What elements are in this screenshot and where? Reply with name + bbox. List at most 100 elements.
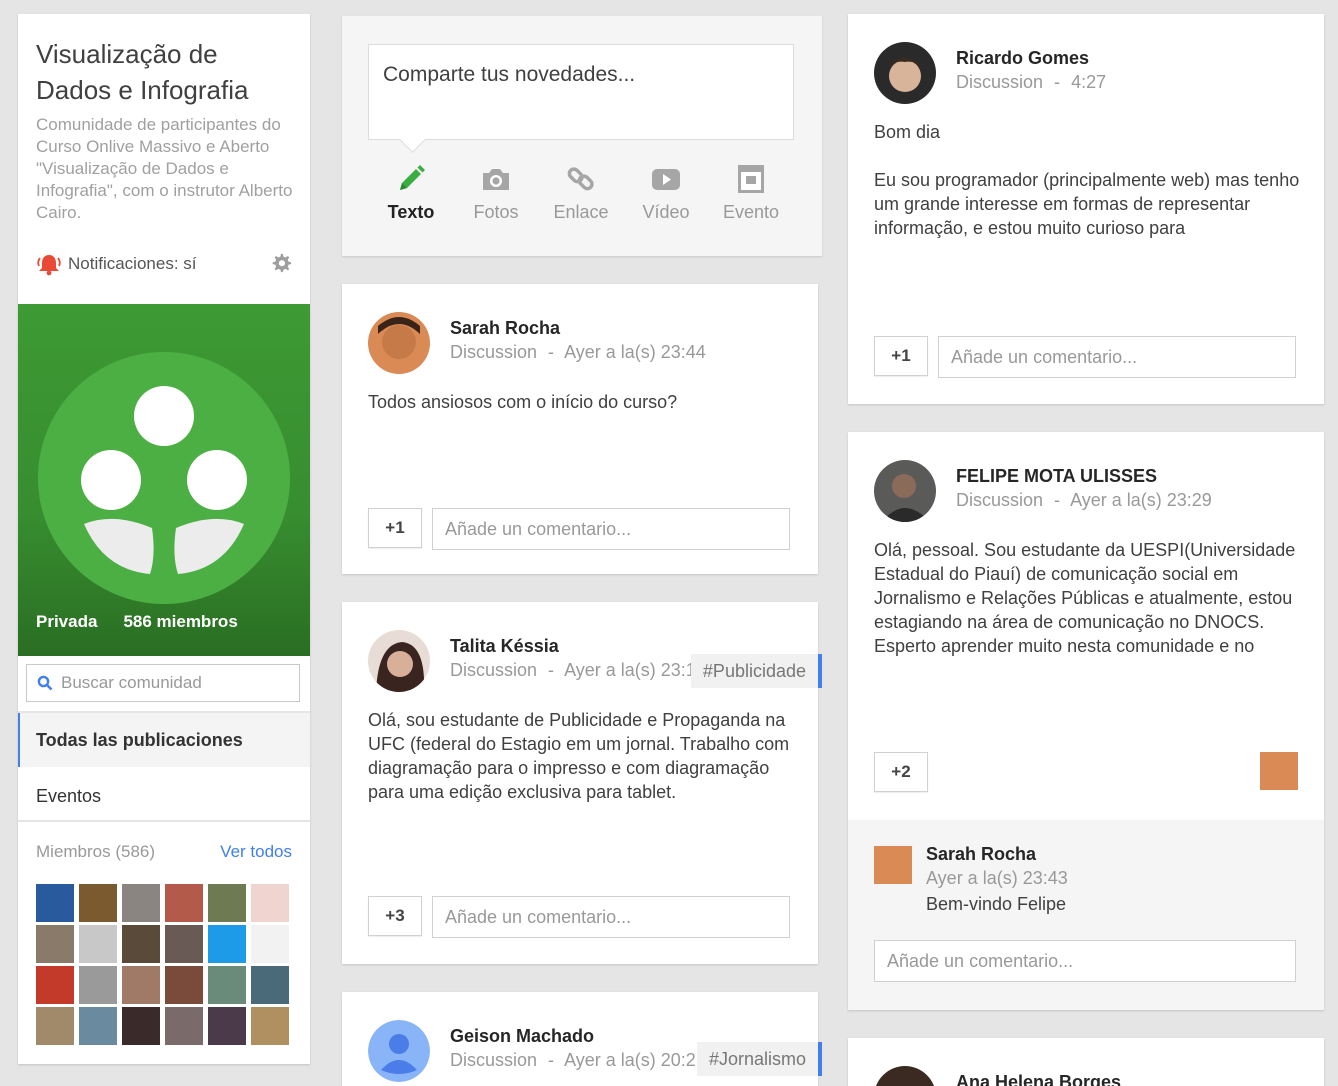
author-avatar[interactable]	[368, 1020, 430, 1082]
post-category[interactable]: Discussion	[450, 1050, 537, 1070]
author-avatar[interactable]	[368, 312, 430, 374]
meta-separator: -	[548, 1050, 555, 1070]
share-input[interactable]: Comparte tus novedades...	[368, 44, 794, 140]
member-avatar[interactable]	[122, 925, 160, 963]
post-category[interactable]: Discussion	[956, 72, 1043, 92]
notifications-row[interactable]: Notificaciones: sí	[36, 250, 292, 278]
post-time[interactable]: Ayer a la(s) 23:29	[1070, 490, 1212, 510]
share-event-button[interactable]: Evento	[712, 162, 790, 223]
author-avatar[interactable]	[368, 630, 430, 692]
members-header: Miembros (586) Ver todos	[36, 842, 292, 862]
privacy-label: Privada	[36, 612, 98, 631]
post-author[interactable]: Ana Helena Borges	[956, 1072, 1121, 1086]
member-avatar[interactable]	[251, 884, 289, 922]
post-body: Olá, sou estudante de Publicidade e Prop…	[368, 710, 790, 802]
comment-input[interactable]: Añade un comentario...	[874, 940, 1296, 982]
post-author[interactable]: Sarah Rocha	[450, 318, 560, 339]
search-icon	[37, 675, 53, 691]
member-avatar[interactable]	[251, 1007, 289, 1045]
member-avatar[interactable]	[208, 1007, 246, 1045]
member-avatar[interactable]	[36, 966, 74, 1004]
community-panel: Visualização de Dados e Infografia Comun…	[18, 14, 310, 1064]
post-category[interactable]: Discussion	[450, 342, 537, 362]
community-search[interactable]	[26, 664, 300, 702]
member-avatar[interactable]	[208, 925, 246, 963]
member-avatar[interactable]	[165, 884, 203, 922]
members-count[interactable]: 586 miembros	[123, 612, 237, 632]
post-author[interactable]: FELIPE MOTA ULISSES	[956, 466, 1157, 487]
see-all-link[interactable]: Ver todos	[220, 842, 292, 862]
plus-two-button[interactable]: +2	[874, 752, 928, 792]
nav-all-posts[interactable]: Todas las publicaciones	[18, 713, 310, 767]
calendar-icon	[738, 165, 764, 193]
member-avatar[interactable]	[208, 966, 246, 1004]
nav-events[interactable]: Eventos	[18, 769, 310, 823]
community-cover: Privada 586 miembros	[18, 304, 310, 656]
member-avatar[interactable]	[165, 966, 203, 1004]
member-avatar[interactable]	[79, 1007, 117, 1045]
share-photos-button[interactable]: Fotos	[457, 162, 535, 223]
share-box: Comparte tus novedades... Texto Fotos En	[342, 16, 822, 256]
community-logo	[38, 352, 290, 604]
members-grid	[36, 884, 292, 1045]
member-avatar[interactable]	[79, 966, 117, 1004]
author-avatar[interactable]	[874, 1066, 936, 1086]
post-tag[interactable]: #Publicidade	[690, 654, 822, 688]
member-avatar[interactable]	[122, 1007, 160, 1045]
share-link-label: Enlace	[553, 202, 609, 222]
post-author[interactable]: Talita Késsia	[450, 636, 559, 657]
member-avatar[interactable]	[208, 884, 246, 922]
video-icon	[652, 169, 680, 190]
comment-text: Bem-vindo Felipe	[926, 894, 1067, 914]
member-avatar[interactable]	[165, 925, 203, 963]
post-time[interactable]: 4:27	[1071, 72, 1106, 92]
plus-three-button[interactable]: +3	[368, 896, 422, 936]
post-time[interactable]: Ayer a la(s) 23:1	[564, 660, 696, 680]
comment-author[interactable]: Sarah Rocha	[926, 844, 1036, 865]
search-input[interactable]	[61, 673, 281, 693]
divider	[18, 820, 310, 822]
member-avatar[interactable]	[36, 884, 74, 922]
comment-input[interactable]: Añade un comentario...	[938, 336, 1296, 378]
post-body: Olá, pessoal. Sou estudante da UESPI(Uni…	[874, 540, 1296, 656]
member-avatar[interactable]	[122, 966, 160, 1004]
post-meta: Discussion - Ayer a la(s) 23:44	[450, 342, 706, 363]
post-meta: Discussion - 4:27	[956, 72, 1106, 93]
comments-section: Sarah Rocha Ayer a la(s) 23:43 Bem-vindo…	[848, 820, 1324, 1010]
plus-one-button[interactable]: +1	[368, 508, 422, 548]
post-card: Ana Helena Borges	[848, 1038, 1324, 1086]
member-avatar[interactable]	[251, 966, 289, 1004]
member-avatar[interactable]	[36, 925, 74, 963]
plus-one-button[interactable]: +1	[874, 336, 928, 376]
author-avatar[interactable]	[874, 460, 936, 522]
share-text-button[interactable]: Texto	[372, 162, 450, 223]
post-time[interactable]: Ayer a la(s) 20:2	[564, 1050, 696, 1070]
post-card: FELIPE MOTA ULISSES Discussion - Ayer a …	[848, 432, 1324, 1010]
member-avatar[interactable]	[79, 925, 117, 963]
post-author[interactable]: Geison Machado	[450, 1026, 594, 1047]
author-avatar[interactable]	[874, 42, 936, 104]
comment-input[interactable]: Añade un comentario...	[432, 508, 790, 550]
member-avatar[interactable]	[251, 925, 289, 963]
plus-one-avatar[interactable]	[1260, 752, 1298, 790]
post-card: Ricardo Gomes Discussion - 4:27 Bom dia …	[848, 14, 1324, 404]
gear-icon[interactable]	[270, 252, 292, 274]
people-icon	[81, 386, 247, 574]
member-avatar[interactable]	[165, 1007, 203, 1045]
post-tag[interactable]: #Jornalismo	[696, 1042, 822, 1076]
share-video-button[interactable]: Vídeo	[627, 162, 705, 223]
bell-icon	[37, 255, 61, 276]
post-time[interactable]: Ayer a la(s) 23:44	[564, 342, 706, 362]
commenter-avatar[interactable]	[874, 846, 912, 884]
share-link-button[interactable]: Enlace	[542, 162, 620, 223]
comment-time[interactable]: Ayer a la(s) 23:43	[926, 868, 1068, 889]
notifications-label: Notificaciones: sí	[68, 254, 197, 273]
comment-input[interactable]: Añade un comentario...	[432, 896, 790, 938]
member-avatar[interactable]	[79, 884, 117, 922]
member-avatar[interactable]	[36, 1007, 74, 1045]
share-actions: Texto Fotos Enlace Vídeo Evento	[368, 162, 794, 223]
member-avatar[interactable]	[122, 884, 160, 922]
post-category[interactable]: Discussion	[450, 660, 537, 680]
post-category[interactable]: Discussion	[956, 490, 1043, 510]
post-author[interactable]: Ricardo Gomes	[956, 48, 1089, 69]
